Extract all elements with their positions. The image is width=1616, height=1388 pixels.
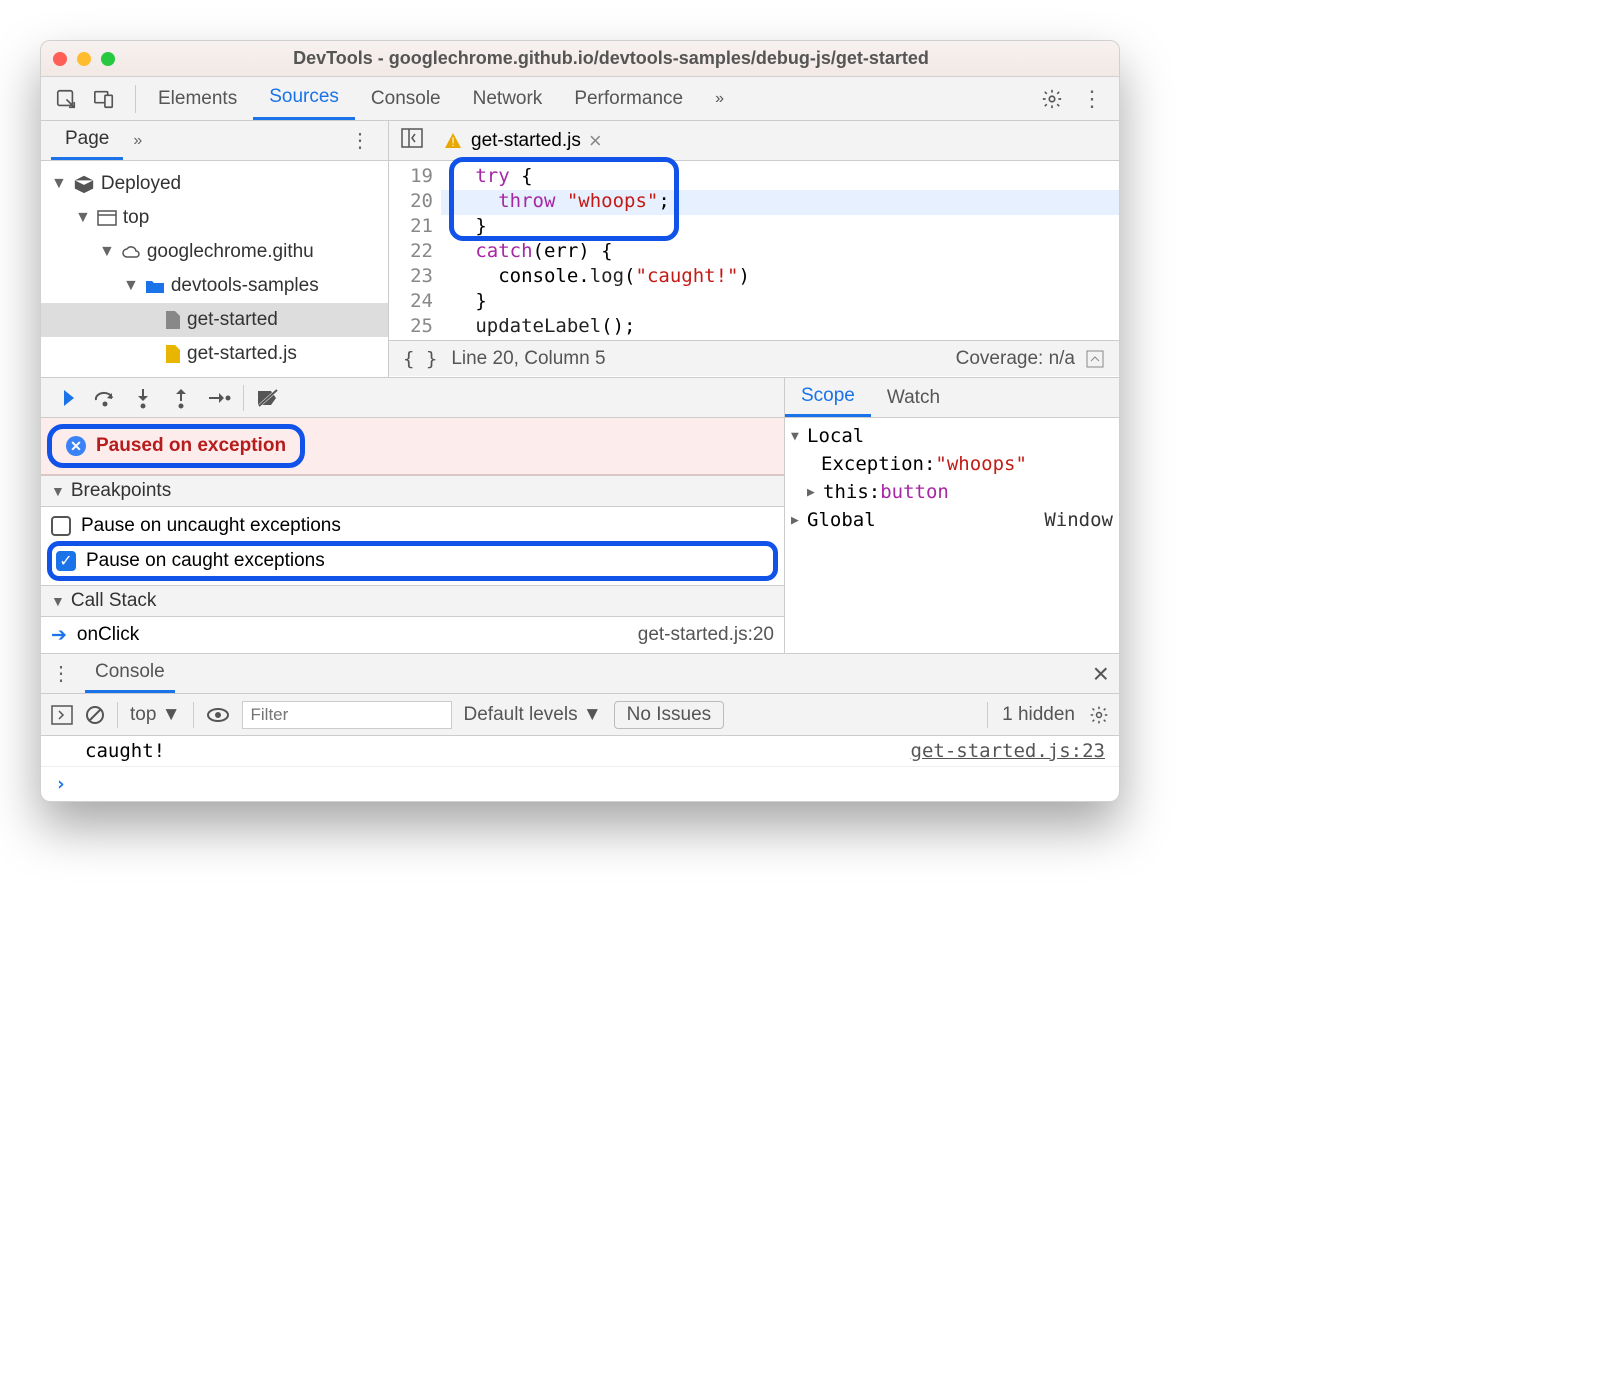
- log-levels-selector[interactable]: Default levels ▼: [464, 704, 602, 726]
- line-gutter: 19202122232425: [389, 161, 441, 340]
- clear-console-icon[interactable]: [85, 705, 105, 725]
- maximize-icon[interactable]: [101, 52, 115, 66]
- debugger-toolbar: [41, 378, 784, 418]
- frame-icon: [97, 210, 117, 226]
- tab-console[interactable]: Console: [355, 77, 457, 120]
- tab-elements[interactable]: Elements: [142, 77, 253, 120]
- tab-performance[interactable]: Performance: [558, 77, 699, 120]
- window-title: DevTools - googlechrome.github.io/devtoo…: [115, 48, 1107, 69]
- live-expression-icon[interactable]: [206, 706, 230, 724]
- console-sidebar-icon[interactable]: [51, 705, 73, 725]
- filter-input[interactable]: [242, 701, 452, 729]
- tab-watch[interactable]: Watch: [871, 378, 956, 417]
- deactivate-breakpoints-button[interactable]: [250, 380, 286, 416]
- warning-icon: !: [443, 131, 463, 151]
- callstack-frame[interactable]: ➔ onClick get-started.js:20: [41, 617, 784, 653]
- console-source-link[interactable]: get-started.js:23: [911, 740, 1105, 762]
- close-tab-icon[interactable]: ×: [589, 128, 602, 154]
- paused-banner: ✕ Paused on exception: [47, 424, 305, 468]
- drawer-tab-console[interactable]: Console: [85, 654, 175, 693]
- scope-local[interactable]: ▼Local: [791, 422, 1113, 450]
- gear-icon[interactable]: [1041, 88, 1063, 110]
- scope-this[interactable]: ▶ this: button: [791, 478, 1113, 506]
- cube-icon: [73, 174, 95, 194]
- kebab-icon[interactable]: ⋮: [1081, 86, 1103, 112]
- current-frame-icon: ➔: [51, 624, 67, 647]
- console-message[interactable]: caught! get-started.js:23: [41, 736, 1119, 767]
- console-toolbar: top ▼ Default levels ▼ No Issues 1 hidde…: [41, 694, 1119, 736]
- callstack-header[interactable]: ▼Call Stack: [41, 585, 784, 617]
- step-out-button[interactable]: [163, 380, 199, 416]
- scope-exception[interactable]: Exception: "whoops": [791, 450, 1113, 478]
- step-into-button[interactable]: [125, 380, 161, 416]
- console-prompt[interactable]: ›: [41, 767, 1119, 801]
- tabs-overflow[interactable]: »: [699, 77, 740, 120]
- console-body: caught! get-started.js:23 ›: [41, 736, 1119, 801]
- tree-folder[interactable]: ▼ devtools-samples: [41, 269, 388, 303]
- hidden-count: 1 hidden: [1002, 704, 1075, 726]
- resume-button[interactable]: [49, 380, 85, 416]
- pause-caught-checkbox[interactable]: ✓ Pause on caught exceptions: [47, 541, 778, 581]
- tree-file-js[interactable]: get-started.js: [41, 337, 388, 371]
- traffic-lights: [53, 52, 115, 66]
- annotation-code-box: [449, 157, 679, 241]
- console-settings-icon[interactable]: [1089, 705, 1109, 725]
- context-selector[interactable]: top ▼: [130, 704, 181, 726]
- tab-sources[interactable]: Sources: [253, 77, 355, 120]
- tab-scope[interactable]: Scope: [785, 378, 871, 417]
- editor-status-bar: { } Line 20, Column 5 Coverage: n/a: [389, 340, 1119, 376]
- tree-domain[interactable]: ▼ googlechrome.githu: [41, 235, 388, 269]
- pretty-print-icon[interactable]: { }: [403, 348, 437, 370]
- devtools-window: DevTools - googlechrome.github.io/devtoo…: [40, 40, 1120, 802]
- minimize-icon[interactable]: [77, 52, 91, 66]
- scope-pane: Scope Watch ▼Local Exception: "whoops" ▶…: [784, 378, 1119, 653]
- file-icon: [165, 310, 181, 330]
- breakpoints-header[interactable]: ▼Breakpoints: [41, 475, 784, 507]
- step-over-button[interactable]: [87, 380, 123, 416]
- drawer-kebab-icon[interactable]: ⋮: [51, 661, 71, 686]
- navigator-pane: Page » ⋮ ▼ Deployed ▼ top ▼ goog: [41, 121, 389, 377]
- tab-network[interactable]: Network: [457, 77, 559, 120]
- console-drawer: ⋮ Console × top ▼ Default levels ▼ No Is…: [41, 653, 1119, 801]
- close-icon[interactable]: [53, 52, 67, 66]
- coverage-label: Coverage: n/a: [956, 348, 1075, 370]
- nav-kebab-icon[interactable]: ⋮: [342, 128, 378, 153]
- scope-global[interactable]: ▶Global Window: [791, 506, 1113, 534]
- inspect-icon[interactable]: [55, 88, 77, 110]
- close-circle-icon: ✕: [66, 436, 86, 456]
- editor-pane: ! get-started.js × 19202122232425 try { …: [389, 121, 1119, 377]
- coverage-detail-icon[interactable]: [1085, 349, 1105, 369]
- main-tabbar: Elements Sources Console Network Perform…: [41, 77, 1119, 121]
- toggle-navigator-icon[interactable]: [389, 128, 435, 154]
- cursor-position: Line 20, Column 5: [451, 348, 605, 370]
- cloud-icon: [121, 243, 141, 261]
- step-button[interactable]: [201, 380, 237, 416]
- device-toolbar-icon[interactable]: [93, 88, 115, 110]
- svg-text:!: !: [451, 135, 454, 149]
- file-tree: ▼ Deployed ▼ top ▼ googlechrome.githu ▼: [41, 161, 388, 377]
- file-js-icon: [165, 344, 181, 364]
- folder-icon: [145, 278, 165, 294]
- nav-tabs-overflow[interactable]: »: [133, 132, 142, 150]
- tree-root[interactable]: ▼ Deployed: [41, 167, 388, 201]
- nav-tab-page[interactable]: Page: [51, 121, 123, 160]
- issues-button[interactable]: No Issues: [614, 701, 724, 729]
- pause-uncaught-checkbox[interactable]: Pause on uncaught exceptions: [47, 511, 778, 541]
- tree-top[interactable]: ▼ top: [41, 201, 388, 235]
- titlebar: DevTools - googlechrome.github.io/devtoo…: [41, 41, 1119, 77]
- close-drawer-icon[interactable]: ×: [1093, 658, 1109, 690]
- debugger-left-pane: ✕ Paused on exception ▼Breakpoints Pause…: [41, 378, 784, 653]
- code-editor[interactable]: 19202122232425 try { throw "whoops"; } c…: [389, 161, 1119, 340]
- tree-file-html[interactable]: get-started: [41, 303, 388, 337]
- editor-file-tab[interactable]: ! get-started.js ×: [435, 128, 610, 154]
